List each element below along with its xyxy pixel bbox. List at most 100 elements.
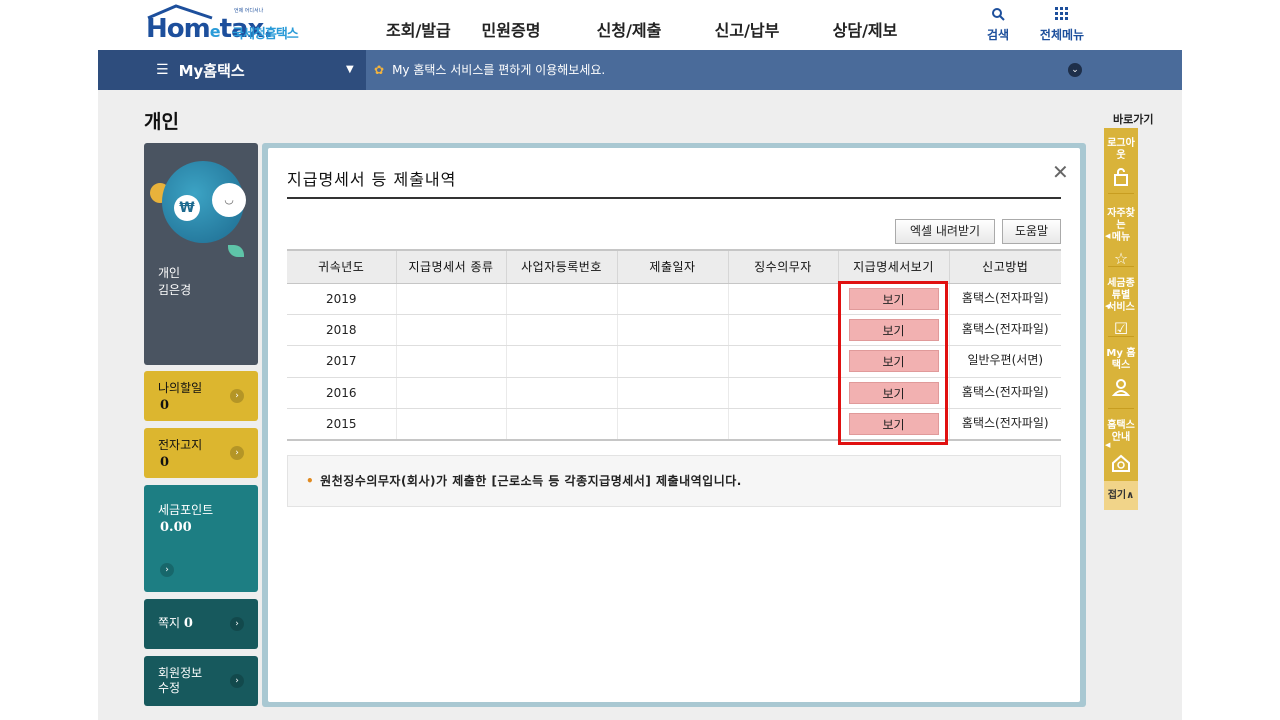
unlock-icon: [1111, 168, 1131, 186]
profile-card: ₩ ◡ 개인 김은경: [144, 143, 258, 365]
cell-view: 보기: [837, 345, 949, 378]
view-button[interactable]: 보기: [848, 381, 939, 404]
quick-logout[interactable]: 로그아웃: [1104, 138, 1138, 186]
cell-payer: [727, 283, 838, 315]
all-menu-button[interactable]: 전체메뉴: [1032, 6, 1092, 43]
excel-download-button[interactable]: 엑셀 내려받기: [895, 219, 995, 244]
table-header-row: 귀속년도 지급명세서 종류 사업자등록번호 제출일자 징수의무자 지급명세서보기…: [287, 249, 1061, 284]
cell-method: 홈택스(전자파일): [948, 314, 1061, 347]
todo-box[interactable]: 나의할일 0 ›: [144, 371, 258, 421]
person-icon: [1111, 378, 1131, 396]
modal-title: 지급명세서 등 제출내역: [287, 170, 457, 189]
method-text: 일반우편(서면): [967, 353, 1044, 368]
nav-inquiry[interactable]: 조회/발급: [368, 17, 452, 41]
table-row: 2017 보기 일반우편(서면): [287, 345, 1061, 378]
view-button[interactable]: 보기: [848, 413, 939, 435]
my-hometax-label: My홈택스: [178, 61, 245, 80]
cell-date: [616, 314, 728, 347]
col-payer: 징수의무자: [727, 249, 838, 284]
cell-date: [616, 377, 728, 410]
submission-table: 귀속년도 지급명세서 종류 사업자등록번호 제출일자 징수의무자 지급명세서보기…: [287, 249, 1061, 441]
search-icon: [968, 6, 1028, 26]
cell-view: 보기: [837, 283, 949, 315]
site-header: 언제 어디서나 Hometax. 국세청홈택스 조회/발급 민원증명 신청/제출…: [98, 0, 1182, 50]
fold-button[interactable]: 접기∧: [1104, 481, 1138, 510]
left-arrow-icon: ◀: [1105, 441, 1111, 449]
notice-text-area: ✿ My 홈택스 서비스를 편하게 이용해보세요.: [374, 50, 605, 90]
quick-separator: [1108, 193, 1134, 194]
my-hometax-bar: ☰ My홈택스 ▼ ✿ My 홈택스 서비스를 편하게 이용해보세요. ⌄: [98, 50, 1182, 90]
message-count: 0: [183, 616, 193, 631]
cell-bizno: [505, 314, 617, 347]
title-divider: [287, 197, 1061, 199]
cell-kind: [395, 408, 506, 441]
cell-kind: [395, 345, 506, 378]
tax-points-label: 세금포인트: [158, 503, 214, 517]
view-button[interactable]: 보기: [848, 319, 939, 342]
table-row: 2019 보기 홈택스(전자파일): [287, 283, 1061, 315]
member-info-label: 회원정보 수정: [158, 666, 203, 695]
home-icon: [1111, 454, 1131, 472]
hometax-logo[interactable]: 언제 어디서나 Hometax. 국세청홈택스: [144, 4, 324, 48]
col-view: 지급명세서보기: [837, 249, 949, 284]
col-year: 귀속년도: [287, 249, 396, 284]
my-hometax-dropdown[interactable]: ☰ My홈택스 ▼: [98, 50, 366, 90]
cell-payer: [727, 408, 838, 441]
view-button[interactable]: 보기: [848, 287, 939, 310]
todo-count: 0: [160, 398, 170, 413]
flower-icon: ✿: [374, 63, 385, 77]
quick-menu: 로그아웃 자주찾는 메뉴 ☆ ◀ 세금종류별 서비스 ☑ ◀ My 홈택스 홈택스안…: [1104, 128, 1138, 510]
arrow-right-icon: ›: [230, 674, 244, 688]
logo-korean-name: 국세청홈택스: [232, 27, 299, 42]
close-icon[interactable]: ✕: [1052, 160, 1069, 184]
info-note: • 원천징수의무자(회사)가 제출한 [근로소득 등 각종지급명세서] 제출내역입…: [287, 455, 1061, 507]
info-note-text: 원천징수의무자(회사)가 제출한 [근로소득 등 각종지급명세서] 제출내역입니…: [320, 474, 742, 488]
search-button[interactable]: 검색: [968, 6, 1028, 43]
arrow-right-icon: ›: [230, 389, 244, 403]
cell-date: [616, 283, 728, 315]
col-bizno: 사업자등록번호: [505, 249, 617, 284]
nav-apply-submit[interactable]: 신청/제출: [570, 17, 688, 41]
submission-history-modal: 지급명세서 등 제출내역 ✕ 엑셀 내려받기 도움말 귀속년도 지급명세서 종류…: [268, 148, 1080, 702]
smile-face-icon: ◡: [212, 183, 246, 217]
quick-my-hometax[interactable]: My 홈택스: [1104, 348, 1138, 396]
cell-bizno: [505, 377, 617, 410]
tax-points-value: 0.00: [160, 520, 192, 535]
quick-logout-label: 로그아웃: [1107, 138, 1135, 161]
cell-method: 일반우편(서면): [948, 345, 1061, 378]
grid-menu-icon: [1032, 6, 1092, 26]
ebill-box[interactable]: 전자고지 0 ›: [144, 428, 258, 478]
message-box[interactable]: 쪽지 0 ›: [144, 599, 258, 649]
arrow-right-icon: ›: [230, 617, 244, 631]
left-arrow-icon: ◀: [1105, 302, 1111, 310]
nav-consult[interactable]: 상담/제보: [806, 17, 924, 41]
profile-name: 김은경: [158, 283, 192, 297]
cell-kind: [395, 377, 506, 410]
table-row: 2015 보기 홈택스(전자파일): [287, 408, 1061, 441]
hamburger-icon: ☰: [156, 62, 169, 78]
cell-year: 2017: [287, 345, 396, 378]
won-coin-icon: ₩: [174, 195, 200, 221]
view-button[interactable]: 보기: [848, 350, 939, 373]
chevron-down-icon[interactable]: ⌄: [1068, 63, 1082, 77]
bullet-icon: •: [306, 474, 315, 488]
nav-certificates[interactable]: 민원증명: [452, 17, 570, 41]
member-info-box[interactable]: 회원정보 수정 ›: [144, 656, 258, 706]
help-button[interactable]: 도움말: [1002, 219, 1061, 244]
cell-payer: [727, 345, 838, 378]
method-text: 홈택스(전자파일): [961, 322, 1049, 337]
table-row: 2018 보기 홈택스(전자파일): [287, 314, 1061, 347]
cell-year: 2015: [287, 408, 396, 441]
left-arrow-icon: ◀: [1105, 232, 1111, 240]
message-label: 쪽지: [158, 616, 181, 630]
cell-bizno: [505, 283, 617, 315]
col-kind: 지급명세서 종류: [395, 249, 506, 284]
ebill-count: 0: [160, 455, 170, 470]
nav-report-pay[interactable]: 신고/납부: [688, 17, 806, 41]
quick-separator: [1108, 408, 1134, 409]
cell-year: 2019: [287, 283, 396, 315]
cell-kind: [395, 283, 506, 315]
cell-kind: [395, 314, 506, 347]
tax-points-box[interactable]: 세금포인트 0.00 ›: [144, 485, 258, 592]
cell-bizno: [505, 408, 617, 441]
